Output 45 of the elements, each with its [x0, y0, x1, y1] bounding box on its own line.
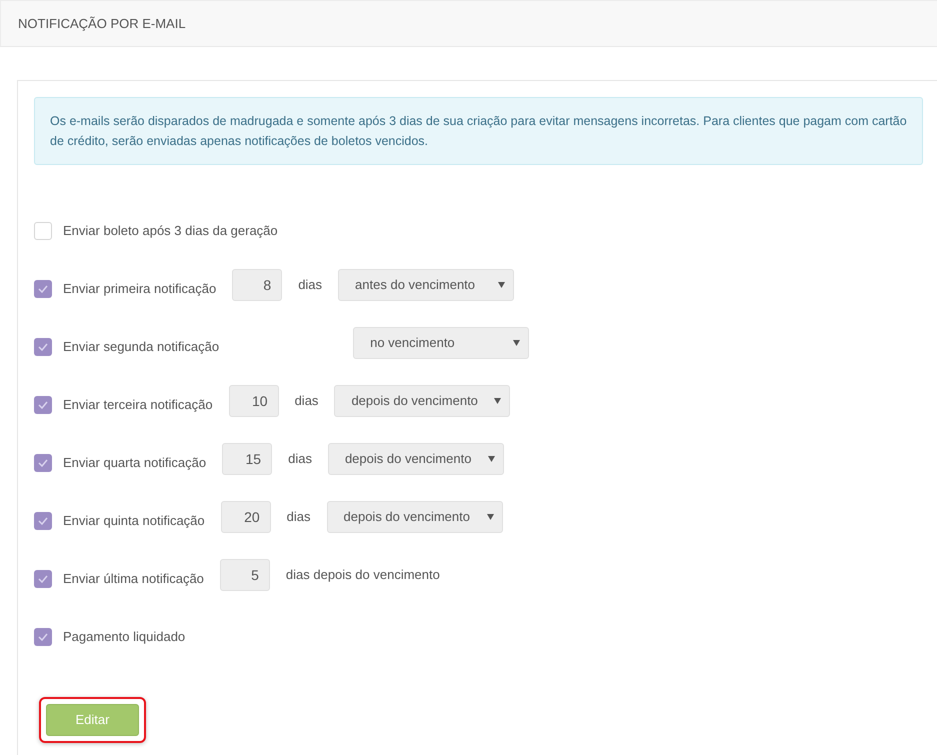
- select-field[interactable]: depois do vencimento: [328, 443, 504, 475]
- checkbox[interactable]: [34, 222, 52, 240]
- option-label: Pagamento liquidado: [63, 628, 186, 646]
- select-field[interactable]: depois do vencimento: [326, 501, 503, 533]
- checkbox[interactable]: [34, 280, 52, 298]
- caret-icon: [488, 456, 495, 462]
- caret-icon: [494, 398, 502, 404]
- unit-label: dias: [288, 450, 312, 468]
- option-label: Enviar última notificação: [63, 570, 204, 588]
- option-label: Enviar quarta notificação: [63, 454, 206, 472]
- check-icon: [38, 633, 48, 641]
- checkbox[interactable]: [34, 512, 52, 530]
- unit-label: dias: [298, 276, 322, 294]
- checkbox[interactable]: [34, 396, 52, 414]
- days-field[interactable]: 10: [228, 385, 279, 417]
- panel-title: NOTIFICAÇÃO POR E-MAIL: [18, 14, 186, 33]
- select-field[interactable]: no vencimento: [353, 327, 530, 359]
- unit-label: dias: [294, 392, 318, 410]
- select-field[interactable]: antes do vencimento: [338, 269, 514, 301]
- option-label: Enviar terceira notificação: [63, 396, 213, 414]
- unit-label: dias depois do vencimento: [286, 566, 440, 584]
- alert-text: Os e-mails serão disparados de madrugada e somente após 3 dias de sua criação para evitar mensagens incorretas. Para clientes que pagam com cartão de crédito, serão enviadas apenas notificações de boletos vencidos.: [50, 113, 907, 150]
- check-icon: [38, 401, 48, 409]
- days-field[interactable]: 8: [232, 269, 282, 301]
- option-label: Enviar segunda notificação: [63, 338, 220, 356]
- caret-icon: [486, 514, 494, 520]
- check-icon: [38, 343, 48, 351]
- check-icon: [38, 285, 48, 293]
- option-label: Enviar quinta notificação: [63, 512, 205, 530]
- option-label: Enviar boleto após 3 dias da geração: [63, 222, 278, 240]
- caret-icon: [498, 282, 506, 288]
- checkbox[interactable]: [34, 570, 52, 588]
- checkbox[interactable]: [34, 338, 52, 356]
- days-field[interactable]: 20: [220, 501, 271, 533]
- caret-icon: [513, 340, 520, 346]
- days-field[interactable]: 15: [222, 443, 272, 475]
- check-icon: [38, 517, 48, 525]
- option-label: Enviar primeira notificação: [63, 280, 216, 298]
- unit-label: dias: [286, 508, 311, 526]
- checkbox[interactable]: [34, 628, 52, 646]
- select-field[interactable]: depois do vencimento: [334, 385, 510, 417]
- checkbox[interactable]: [34, 454, 52, 472]
- check-icon: [38, 575, 48, 583]
- days-field[interactable]: 5: [220, 559, 270, 591]
- check-icon: [38, 459, 48, 467]
